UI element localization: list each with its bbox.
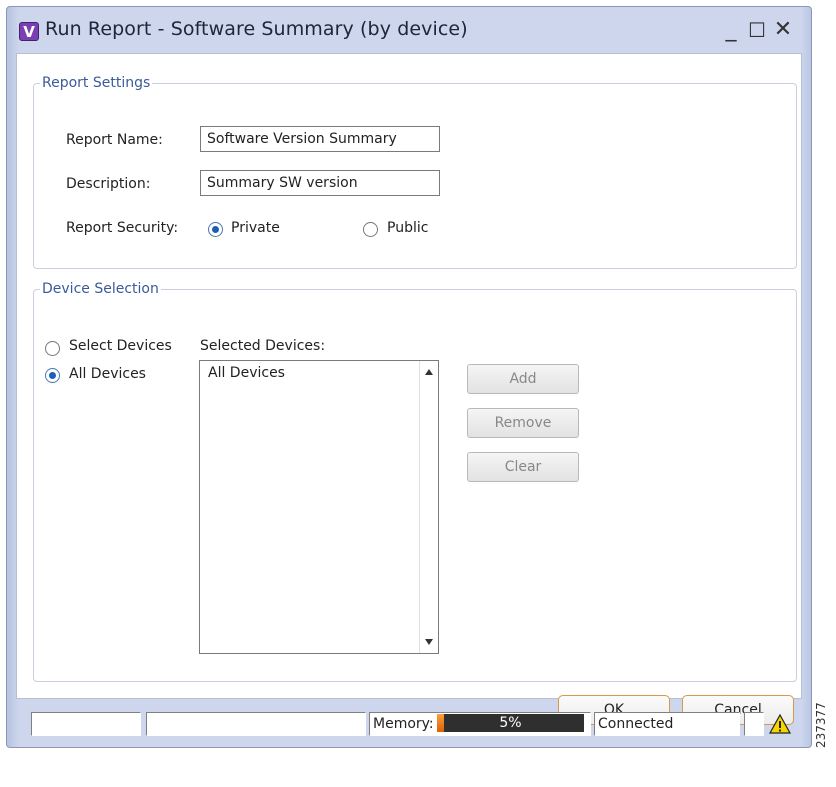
memory-bar: 5% xyxy=(437,714,584,732)
description-field[interactable]: Summary SW version xyxy=(200,170,440,196)
clear-button[interactable]: Clear xyxy=(467,452,579,482)
dialog-body: Report Settings Report Name: Software Ve… xyxy=(16,53,802,699)
list-scrollbar[interactable] xyxy=(419,361,438,653)
list-item[interactable]: All Devices xyxy=(208,365,285,381)
status-field-5 xyxy=(744,712,764,736)
title-bar[interactable]: V Run Report - Software Summary (by devi… xyxy=(7,7,811,53)
report-name-field[interactable]: Software Version Summary xyxy=(200,126,440,152)
close-icon[interactable]: ✕ xyxy=(771,15,795,45)
device-selection-legend: Device Selection xyxy=(42,281,159,297)
dialog-window: V Run Report - Software Summary (by devi… xyxy=(6,6,812,748)
minimize-icon[interactable]: _ xyxy=(719,15,743,45)
selected-devices-list[interactable]: All Devices xyxy=(199,360,439,654)
report-security-label: Report Security: xyxy=(66,220,179,236)
report-name-label: Report Name: xyxy=(66,132,163,148)
app-logo-icon: V xyxy=(19,22,39,41)
all-devices-label[interactable]: All Devices xyxy=(69,366,146,382)
public-radio-label[interactable]: Public xyxy=(387,220,428,236)
remove-button[interactable]: Remove xyxy=(467,408,579,438)
select-devices-label[interactable]: Select Devices xyxy=(69,338,172,354)
figure-id: 237377 xyxy=(814,702,828,748)
memory-percent: 5% xyxy=(499,715,522,731)
private-radio[interactable] xyxy=(208,222,223,237)
add-button[interactable]: Add xyxy=(467,364,579,394)
status-field-2 xyxy=(146,712,366,736)
private-radio-label[interactable]: Private xyxy=(231,220,280,236)
connection-status: Connected xyxy=(594,712,740,736)
description-label: Description: xyxy=(66,176,151,192)
public-radio[interactable] xyxy=(363,222,378,237)
scrollbar-arrows xyxy=(425,369,433,645)
warning-icon[interactable] xyxy=(768,713,792,735)
scroll-up-icon[interactable] xyxy=(425,369,433,375)
status-field-1 xyxy=(31,712,141,736)
report-settings-legend: Report Settings xyxy=(42,75,151,91)
select-devices-radio[interactable] xyxy=(45,341,60,356)
status-bar: Memory: Connected xyxy=(0,704,804,740)
selected-devices-label: Selected Devices: xyxy=(200,338,326,354)
maximize-icon[interactable]: ☐ xyxy=(745,15,769,45)
all-devices-radio[interactable] xyxy=(45,368,60,383)
window-title: Run Report - Software Summary (by device… xyxy=(45,18,468,40)
memory-label: Memory: xyxy=(373,716,434,732)
scroll-down-icon[interactable] xyxy=(425,639,433,645)
